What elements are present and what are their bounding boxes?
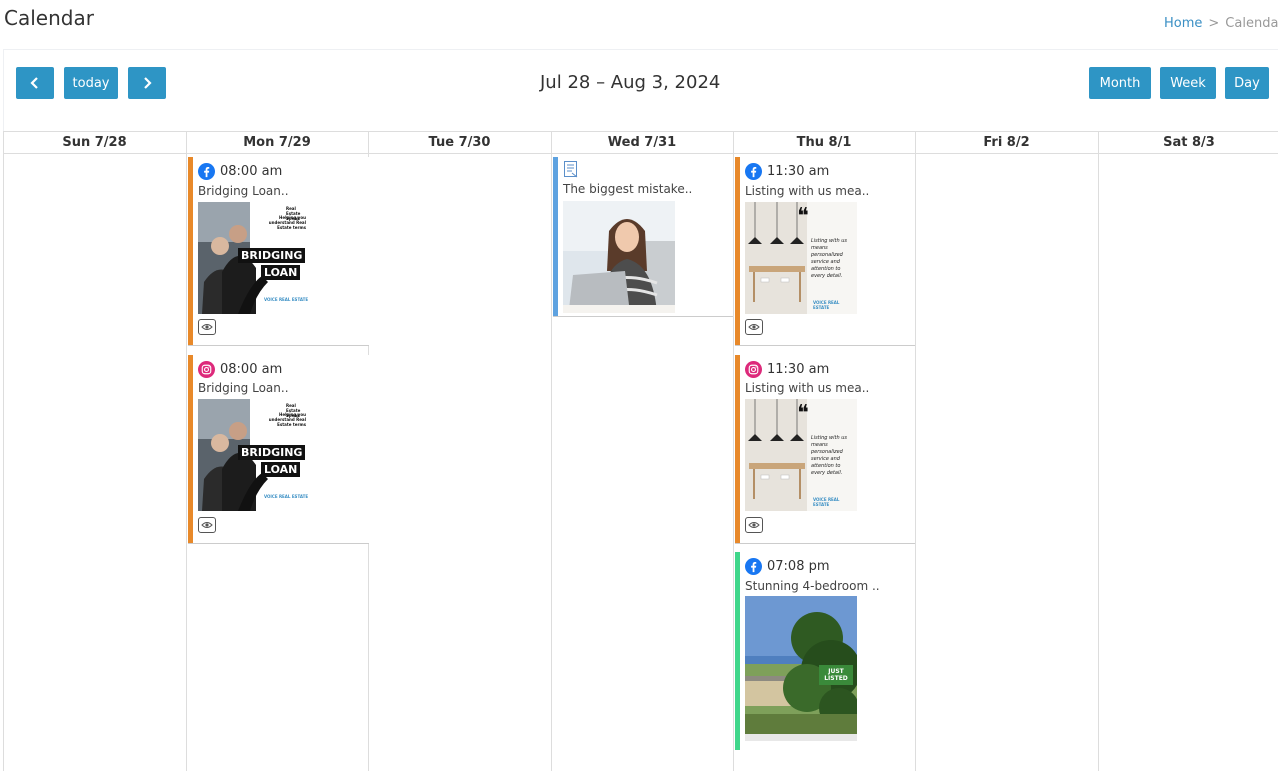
event-time-label: 08:00 am [220, 164, 283, 179]
event-time-label: 07:08 pm [767, 559, 830, 574]
column-divider [733, 131, 734, 771]
post-image[interactable]: JUST LISTED [745, 596, 857, 741]
instagram-icon [745, 361, 762, 378]
facebook-icon [198, 163, 215, 180]
event-time-label: 08:00 am [220, 362, 283, 377]
prev-button[interactable] [16, 67, 54, 99]
event-title: Listing with us mea.. [745, 184, 870, 198]
post-image[interactable]: Real Estate Speak Helping you understand… [198, 202, 310, 314]
image-headline-2: LOAN [261, 462, 301, 477]
image-quote-text: Listing with us means personalized servi… [811, 238, 848, 279]
breadcrumb-home-link[interactable]: Home [1164, 16, 1202, 31]
event-time-label: 11:30 am [767, 164, 830, 179]
eye-icon [201, 324, 213, 330]
surprised-woman-image [563, 201, 675, 313]
day-view-button[interactable]: Day [1225, 67, 1269, 99]
image-brand: VOICE REAL ESTATE [813, 300, 840, 310]
post-image[interactable]: ❝ Listing with us means personalized ser… [745, 399, 857, 511]
day-header-thu[interactable]: Thu 8/1 [733, 131, 915, 154]
image-brand: VOICE REAL ESTATE [813, 497, 840, 507]
event-card[interactable]: 07:08 pm Stunning 4-bedroom .. JUST LIST… [735, 552, 915, 750]
event-card[interactable]: 11:30 am Listing with us mea.. ❝ Listing… [735, 157, 915, 346]
eye-icon [201, 522, 213, 528]
month-view-button[interactable]: Month [1089, 67, 1151, 99]
day-header-sat[interactable]: Sat 8/3 [1098, 131, 1278, 154]
today-button[interactable]: today [64, 67, 118, 99]
event-color-bar [735, 552, 740, 750]
event-time: 11:30 am [745, 163, 829, 180]
event-title: Listing with us mea.. [745, 381, 870, 395]
event-color-bar [735, 157, 740, 345]
preview-button[interactable] [198, 319, 216, 335]
column-divider [915, 131, 916, 771]
breadcrumb-current: Calenda [1225, 16, 1278, 31]
image-brand: VOICE REAL ESTATE [264, 494, 309, 499]
preview-button[interactable] [198, 517, 216, 533]
event-card[interactable]: The biggest mistake.. [553, 157, 733, 317]
event-color-bar [188, 355, 193, 543]
event-time: 08:00 am [198, 361, 282, 378]
event-title: Bridging Loan.. [198, 381, 289, 395]
breadcrumb: Home > Calenda [1164, 16, 1278, 31]
image-brand: VOICE REAL ESTATE [264, 297, 309, 302]
image-headline-1: BRIDGING [238, 248, 306, 263]
day-header-mon[interactable]: Mon 7/29 [186, 131, 368, 154]
column-divider [186, 131, 187, 771]
day-header-wed[interactable]: Wed 7/31 [551, 131, 733, 154]
event-time-label: 11:30 am [767, 362, 830, 377]
event-time: 07:08 pm [745, 558, 830, 575]
day-header-fri[interactable]: Fri 8/2 [915, 131, 1098, 154]
event-color-bar [553, 157, 558, 316]
day-header-tue[interactable]: Tue 7/30 [368, 131, 551, 154]
event-card[interactable]: 08:00 am Bridging Loan.. Real Estate Spe… [188, 355, 369, 544]
date-range-title: Jul 28 – Aug 3, 2024 [540, 72, 721, 93]
post-image[interactable]: Real Estate Speak Helping you understand… [198, 399, 310, 511]
column-divider [3, 131, 4, 771]
quote-mark: ❝ [797, 204, 809, 229]
preview-button[interactable] [745, 517, 763, 533]
eye-icon [748, 324, 760, 330]
post-image[interactable] [563, 201, 675, 313]
image-subtitle: Helping you understand Real Estate terms [268, 215, 306, 230]
image-quote-text: Listing with us means personalized servi… [811, 435, 848, 476]
column-divider [1098, 131, 1099, 771]
event-card[interactable]: 08:00 am Bridging Loan.. Real Estate Spe… [188, 157, 369, 346]
chevron-right-icon [144, 77, 152, 89]
breadcrumb-separator: > [1208, 16, 1220, 31]
week-view-button[interactable]: Week [1160, 67, 1216, 99]
eye-icon [748, 522, 760, 528]
day-header-sun[interactable]: Sun 7/28 [3, 131, 186, 154]
post-image[interactable]: ❝ Listing with us means personalized ser… [745, 202, 857, 314]
column-divider [551, 131, 552, 771]
event-time: 08:00 am [198, 163, 282, 180]
event-card[interactable]: 11:30 am Listing with us mea.. ❝ Listing… [735, 355, 915, 544]
quote-mark: ❝ [797, 401, 809, 426]
page-title: Calendar [4, 6, 94, 30]
event-title: Bridging Loan.. [198, 184, 289, 198]
instagram-icon [198, 361, 215, 378]
preview-button[interactable] [745, 319, 763, 335]
facebook-icon [745, 163, 762, 180]
image-headline-2: LOAN [261, 265, 301, 280]
just-listed-badge: JUST LISTED [819, 665, 853, 685]
event-title: The biggest mistake.. [563, 182, 693, 196]
event-color-bar [188, 157, 193, 345]
image-subtitle: Helping you understand Real Estate terms [268, 412, 306, 427]
blog-post-icon [564, 161, 578, 178]
next-button[interactable] [128, 67, 166, 99]
image-headline-1: BRIDGING [238, 445, 306, 460]
chevron-left-icon [30, 77, 38, 89]
event-color-bar [735, 355, 740, 543]
event-time: 11:30 am [745, 361, 829, 378]
facebook-icon [745, 558, 762, 575]
event-title: Stunning 4-bedroom .. [745, 579, 880, 593]
